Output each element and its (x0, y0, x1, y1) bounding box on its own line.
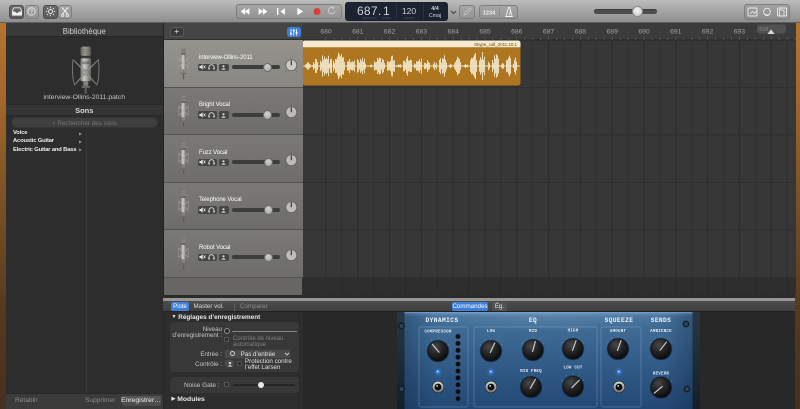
svg-text:694: 694 (759, 27, 768, 33)
svg-text:680: 680 (320, 29, 332, 36)
svg-text:692: 692 (702, 29, 714, 36)
svg-text:AMBIENCE: AMBIENCE (650, 330, 672, 334)
svg-text:690: 690 (638, 29, 650, 36)
svg-text:DYNAMICS: DYNAMICS (426, 317, 459, 324)
svg-text:681: 681 (352, 29, 364, 36)
svg-text:691: 691 (670, 29, 682, 36)
svg-text:685: 685 (479, 29, 491, 36)
svg-text:MESURES: MESURES (362, 16, 377, 20)
svg-text:682: 682 (384, 29, 396, 36)
svg-text:LOW: LOW (487, 330, 495, 334)
svg-text:SQUEEZE: SQUEEZE (605, 317, 634, 324)
svg-text:MID: MID (529, 330, 537, 334)
svg-text:684: 684 (448, 29, 460, 36)
svg-text:689: 689 (607, 29, 619, 36)
svg-text:HIGH: HIGH (568, 330, 579, 334)
svg-text:4/4: 4/4 (431, 6, 439, 12)
svg-text:1234: 1234 (483, 10, 496, 16)
svg-text:AMOUNT: AMOUNT (610, 330, 627, 334)
svg-text:EQ: EQ (529, 317, 537, 324)
svg-text:687: 687 (543, 29, 555, 36)
svg-text:Skype_call_2011.10.1: Skype_call_2011.10.1 (474, 42, 517, 47)
svg-text:SENDS: SENDS (651, 317, 672, 324)
svg-text:TEMPO: TEMPO (404, 16, 415, 20)
svg-text:Cmaj: Cmaj (429, 13, 442, 19)
svg-text:688: 688 (575, 29, 587, 36)
svg-text:693: 693 (734, 29, 746, 36)
svg-text:COMPRESSOR: COMPRESSOR (424, 331, 451, 335)
svg-text:686: 686 (511, 29, 523, 36)
svg-text:LOW CUT: LOW CUT (564, 367, 583, 371)
svg-text:683: 683 (416, 29, 428, 36)
svg-text:?: ? (30, 10, 33, 16)
svg-text:MID FREQ: MID FREQ (520, 370, 542, 374)
svg-text:TEMPS: TEMPS (381, 16, 391, 20)
svg-text:120: 120 (402, 6, 416, 16)
